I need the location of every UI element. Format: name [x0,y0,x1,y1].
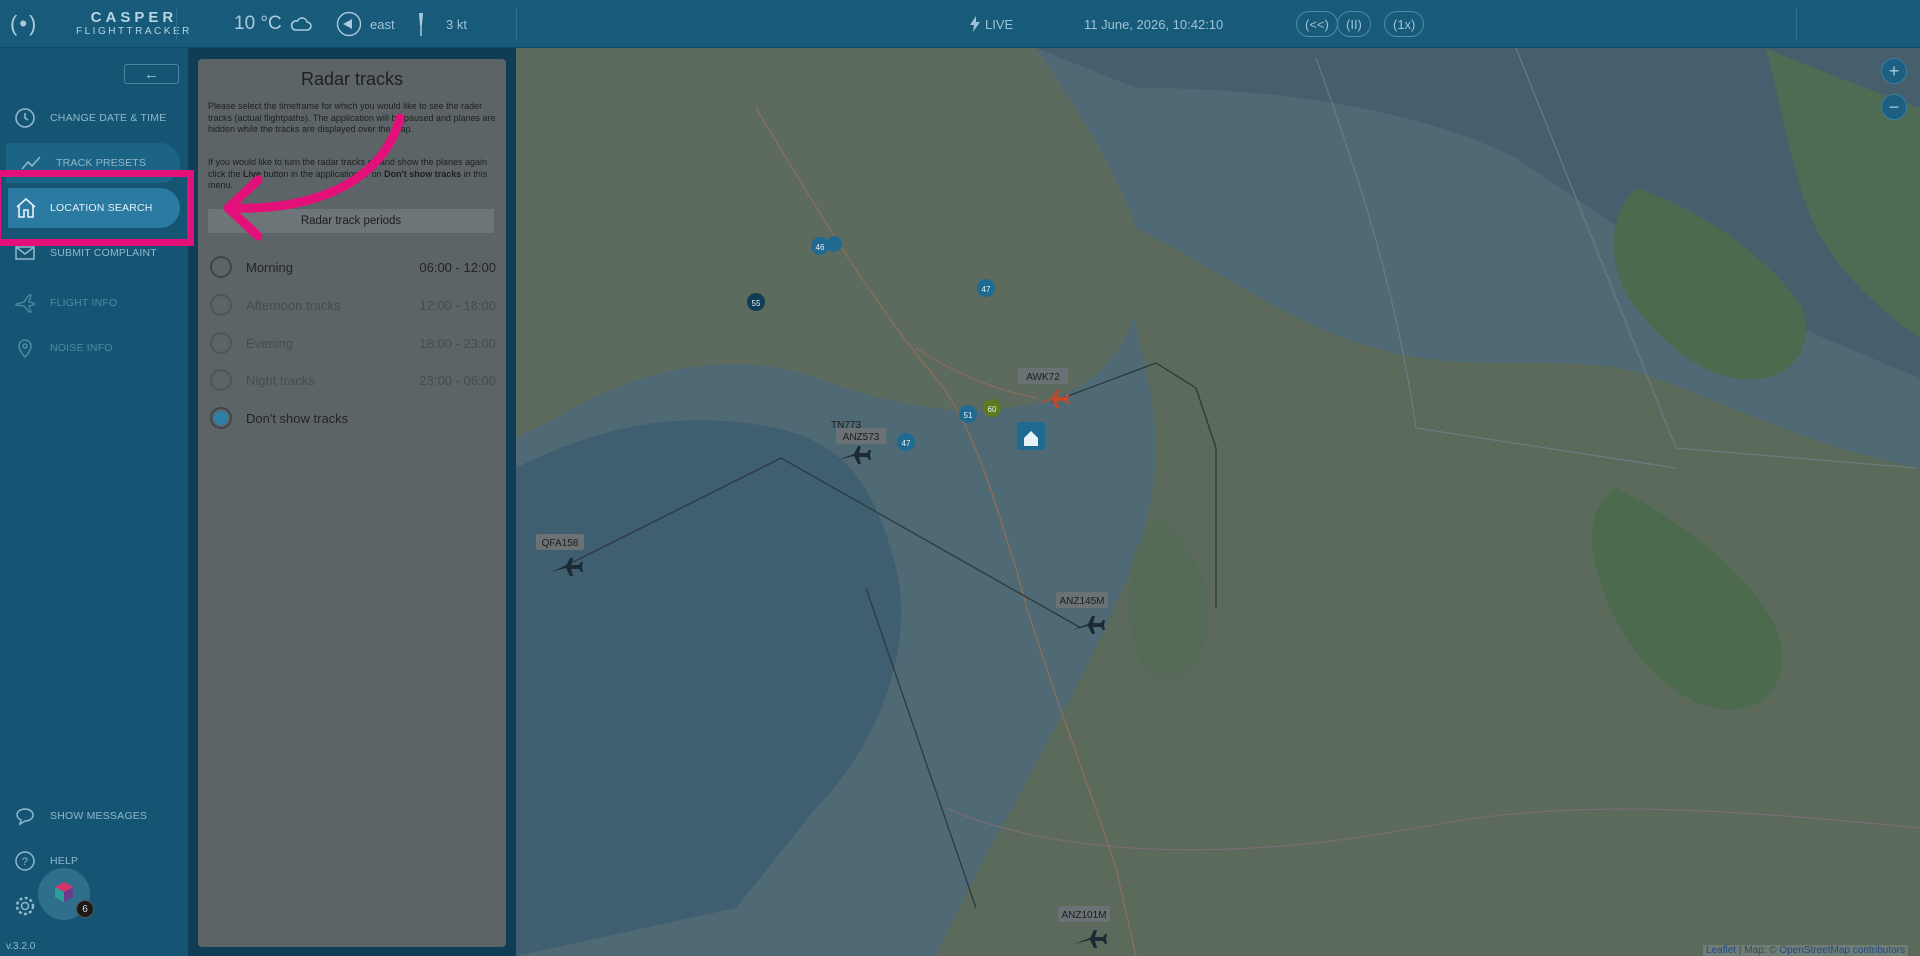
app-root: (•) CASPER FLIGHTTRACKER 10 °C east 3 kt… [0,0,1920,956]
tutorial-arrow [223,113,405,241]
